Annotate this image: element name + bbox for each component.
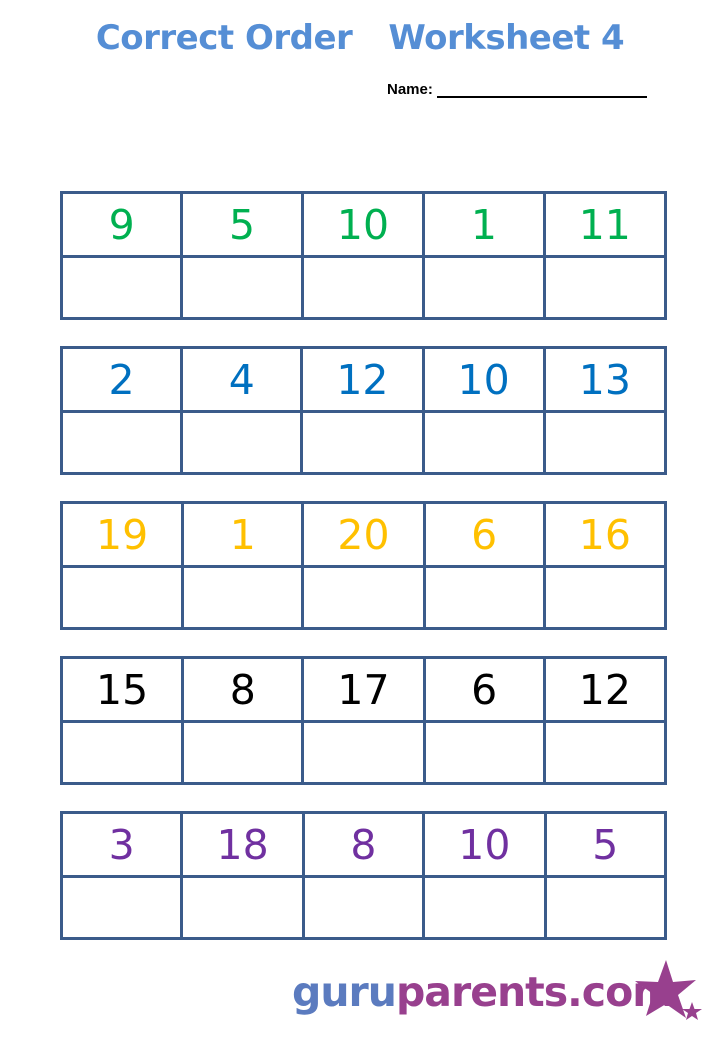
guruparents-logo: guruparents.com [292, 968, 675, 1016]
number-cell: 5 [543, 811, 668, 878]
worksheet-grid-2: 2 4 12 10 13 [59, 346, 668, 475]
answer-cell[interactable] [59, 720, 185, 785]
answer-cell[interactable] [543, 875, 668, 940]
number-cell: 20 [301, 501, 426, 568]
answer-row [59, 410, 668, 475]
number-cell: 12 [300, 346, 425, 413]
number-cell: 16 [542, 501, 668, 568]
answer-row [59, 875, 668, 940]
title-part-2: Worksheet 4 [388, 18, 625, 58]
number-cell: 1 [181, 501, 305, 568]
answer-cell[interactable] [542, 720, 668, 785]
number-cell: 9 [59, 191, 184, 258]
title-part-1: Correct Order [95, 18, 353, 58]
star-icon [635, 960, 702, 1020]
answer-cell[interactable] [422, 565, 546, 630]
answer-cell[interactable] [181, 565, 305, 630]
number-cell: 1 [422, 191, 546, 258]
answer-cell[interactable] [421, 410, 546, 475]
number-cell: 10 [300, 191, 426, 258]
answer-cell[interactable] [542, 410, 668, 475]
answer-cell[interactable] [542, 255, 668, 320]
number-cell: 5 [180, 191, 304, 258]
answer-row [59, 255, 668, 320]
answer-row [59, 565, 668, 630]
number-cell: 8 [301, 811, 426, 878]
answer-cell[interactable] [181, 720, 305, 785]
name-label: Name: [387, 81, 433, 98]
answer-cell[interactable] [301, 565, 426, 630]
number-row: 9 5 10 1 11 [59, 191, 668, 258]
number-cell: 15 [59, 656, 185, 723]
answer-cell[interactable] [180, 255, 304, 320]
number-cell: 19 [59, 501, 185, 568]
number-cell: 2 [59, 346, 184, 413]
number-row: 19 1 20 6 16 [59, 501, 668, 568]
number-cell: 8 [181, 656, 305, 723]
answer-cell[interactable] [300, 255, 426, 320]
number-cell: 11 [542, 191, 668, 258]
answer-cell[interactable] [180, 410, 304, 475]
worksheet-grid-3: 19 1 20 6 16 [59, 501, 668, 630]
answer-cell[interactable] [301, 720, 426, 785]
answer-cell[interactable] [180, 875, 305, 940]
answer-cell[interactable] [542, 565, 668, 630]
name-blank-line[interactable] [436, 80, 647, 98]
number-cell: 6 [422, 501, 546, 568]
answer-cell[interactable] [59, 565, 185, 630]
number-cell: 10 [422, 811, 547, 878]
answer-cell[interactable] [59, 255, 184, 320]
number-row: 15 8 17 6 12 [59, 656, 668, 723]
answer-cell[interactable] [59, 410, 184, 475]
answer-cell[interactable] [301, 875, 426, 940]
page-title: Correct Order Worksheet 4 [0, 18, 720, 58]
worksheet-grid-5: 3 18 8 10 5 [59, 811, 668, 940]
answer-cell[interactable] [422, 255, 546, 320]
answer-cell[interactable] [422, 720, 546, 785]
answer-cell[interactable] [300, 410, 425, 475]
number-cell: 3 [59, 811, 184, 878]
logo-text-guru: guru [292, 968, 397, 1016]
number-cell: 6 [422, 656, 546, 723]
worksheet-grid-1: 9 5 10 1 11 [59, 191, 668, 320]
worksheet-grid-4: 15 8 17 6 12 [59, 656, 668, 785]
answer-cell[interactable] [422, 875, 547, 940]
number-row: 2 4 12 10 13 [59, 346, 668, 413]
number-cell: 4 [180, 346, 304, 413]
number-cell: 12 [542, 656, 668, 723]
answer-cell[interactable] [59, 875, 184, 940]
number-cell: 13 [542, 346, 668, 413]
number-cell: 10 [421, 346, 546, 413]
number-cell: 18 [180, 811, 305, 878]
name-field[interactable]: Name: [387, 80, 647, 98]
answer-row [59, 720, 668, 785]
number-row: 3 18 8 10 5 [59, 811, 668, 878]
number-cell: 17 [301, 656, 426, 723]
